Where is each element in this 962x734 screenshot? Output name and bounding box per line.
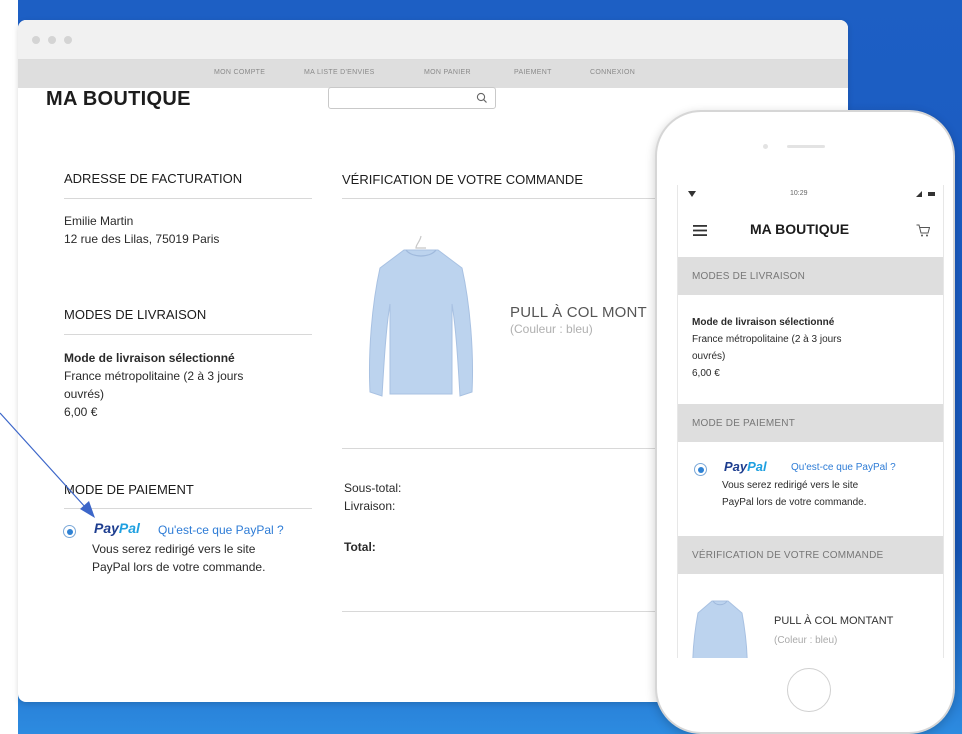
paypal-note-line-1: Vous serez redirigé vers le site (92, 542, 256, 556)
review-heading: VÉRIFICATION DE VOTRE COMMANDE (342, 172, 583, 187)
divider (64, 334, 312, 335)
mobile-shop-title[interactable]: MA BOUTIQUE (750, 221, 849, 237)
billing-address: 12 rue des Lilas, 75019 Paris (64, 232, 220, 246)
product-name[interactable]: PULL À COL MONT (510, 304, 647, 321)
what-is-paypal-link[interactable]: Qu'est-ce que PayPal ? (158, 523, 284, 537)
divider (64, 198, 312, 199)
phone-screen: 10:29 MA BOUTIQUE MODES DE LIVRAISON Mod… (677, 185, 944, 658)
shipping-label: Livraison: (344, 499, 396, 513)
nav-login[interactable]: CONNEXION (590, 69, 635, 76)
delivery-selected-label: Mode de livraison sélectionné (64, 351, 235, 365)
nav-my-account[interactable]: MON COMPTE (214, 69, 265, 76)
delivery-heading: MODES DE LIVRAISON (64, 307, 207, 322)
review-band: VÉRIFICATION DE VOTRE COMMANDE (678, 536, 943, 574)
delivery-line-2: ouvrés) (64, 387, 105, 401)
divider (342, 198, 660, 199)
wifi-icon (688, 191, 696, 197)
product-color: (Couleur : bleu) (510, 322, 593, 336)
sweater-product-image[interactable] (366, 232, 476, 412)
browser-titlebar (18, 20, 848, 60)
delivery-line-1: France métropolitaine (2 à 3 jours (64, 369, 244, 383)
billing-heading: ADRESSE DE FACTURATION (64, 171, 243, 186)
battery-icon (916, 191, 935, 197)
search-input[interactable] (328, 87, 496, 109)
shop-title[interactable]: MA BOUTIQUE (46, 88, 191, 111)
window-dot-icon (32, 36, 40, 44)
mobile-paypal-radio-button[interactable] (694, 463, 707, 476)
nav-wishlist[interactable]: MA LISTE D'ENVIES (304, 69, 375, 76)
mobile-what-is-paypal-link[interactable]: Qu'est-ce que PayPal ? (791, 462, 896, 473)
mobile-delivery-price: 6,00 € (692, 368, 720, 379)
total-label: Total: (344, 540, 376, 554)
paypal-radio-button[interactable] (63, 525, 76, 538)
mobile-product-name[interactable]: PULL À COL MONTANT (774, 613, 893, 629)
phone-camera-icon (763, 144, 768, 149)
billing-name: Emilie Martin (64, 214, 134, 228)
mobile-paypal-note-line-1: Vous serez redirigé vers le site (722, 480, 859, 491)
paypal-note-line-2: PayPal lors de votre commande. (92, 560, 266, 574)
mobile-paypal-logo: PayPal (724, 459, 767, 474)
nav-cart[interactable]: MON PANIER (424, 69, 471, 76)
mobile-paypal-note-line-2: PayPal lors de votre commande. (722, 497, 867, 508)
divider (342, 611, 660, 612)
mobile-product-color: (Coleur : bleu) (774, 635, 838, 646)
paypal-logo: PayPal (94, 520, 140, 536)
divider (64, 508, 312, 509)
phone-home-button[interactable] (787, 668, 831, 712)
payment-heading: MODE DE PAIEMENT (64, 482, 194, 497)
hamburger-menu-icon[interactable] (693, 225, 707, 236)
divider (342, 448, 660, 449)
mobile-delivery-selected: Mode de livraison sélectionné (692, 317, 835, 328)
left-margin (0, 0, 18, 734)
payment-band: MODE DE PAIEMENT (678, 404, 943, 442)
mobile-delivery-line-2: ouvrés) (692, 351, 726, 362)
top-navigation: MON COMPTE MA LISTE D'ENVIES MON PANIER … (18, 60, 848, 88)
search-icon[interactable] (475, 91, 489, 105)
mobile-delivery-line-1: France métropolitaine (2 à 3 jours (692, 334, 842, 345)
cart-icon[interactable] (916, 224, 930, 237)
nav-payment[interactable]: PAIEMENT (514, 69, 552, 76)
mobile-sweater-image[interactable] (692, 595, 748, 658)
status-time: 10:29 (790, 190, 808, 197)
delivery-band: MODES DE LIVRAISON (678, 257, 943, 295)
subtotal-label: Sous-total: (344, 481, 402, 495)
phone-speaker-icon (787, 145, 825, 148)
window-dot-icon (64, 36, 72, 44)
delivery-price: 6,00 € (64, 405, 98, 419)
window-dot-icon (48, 36, 56, 44)
